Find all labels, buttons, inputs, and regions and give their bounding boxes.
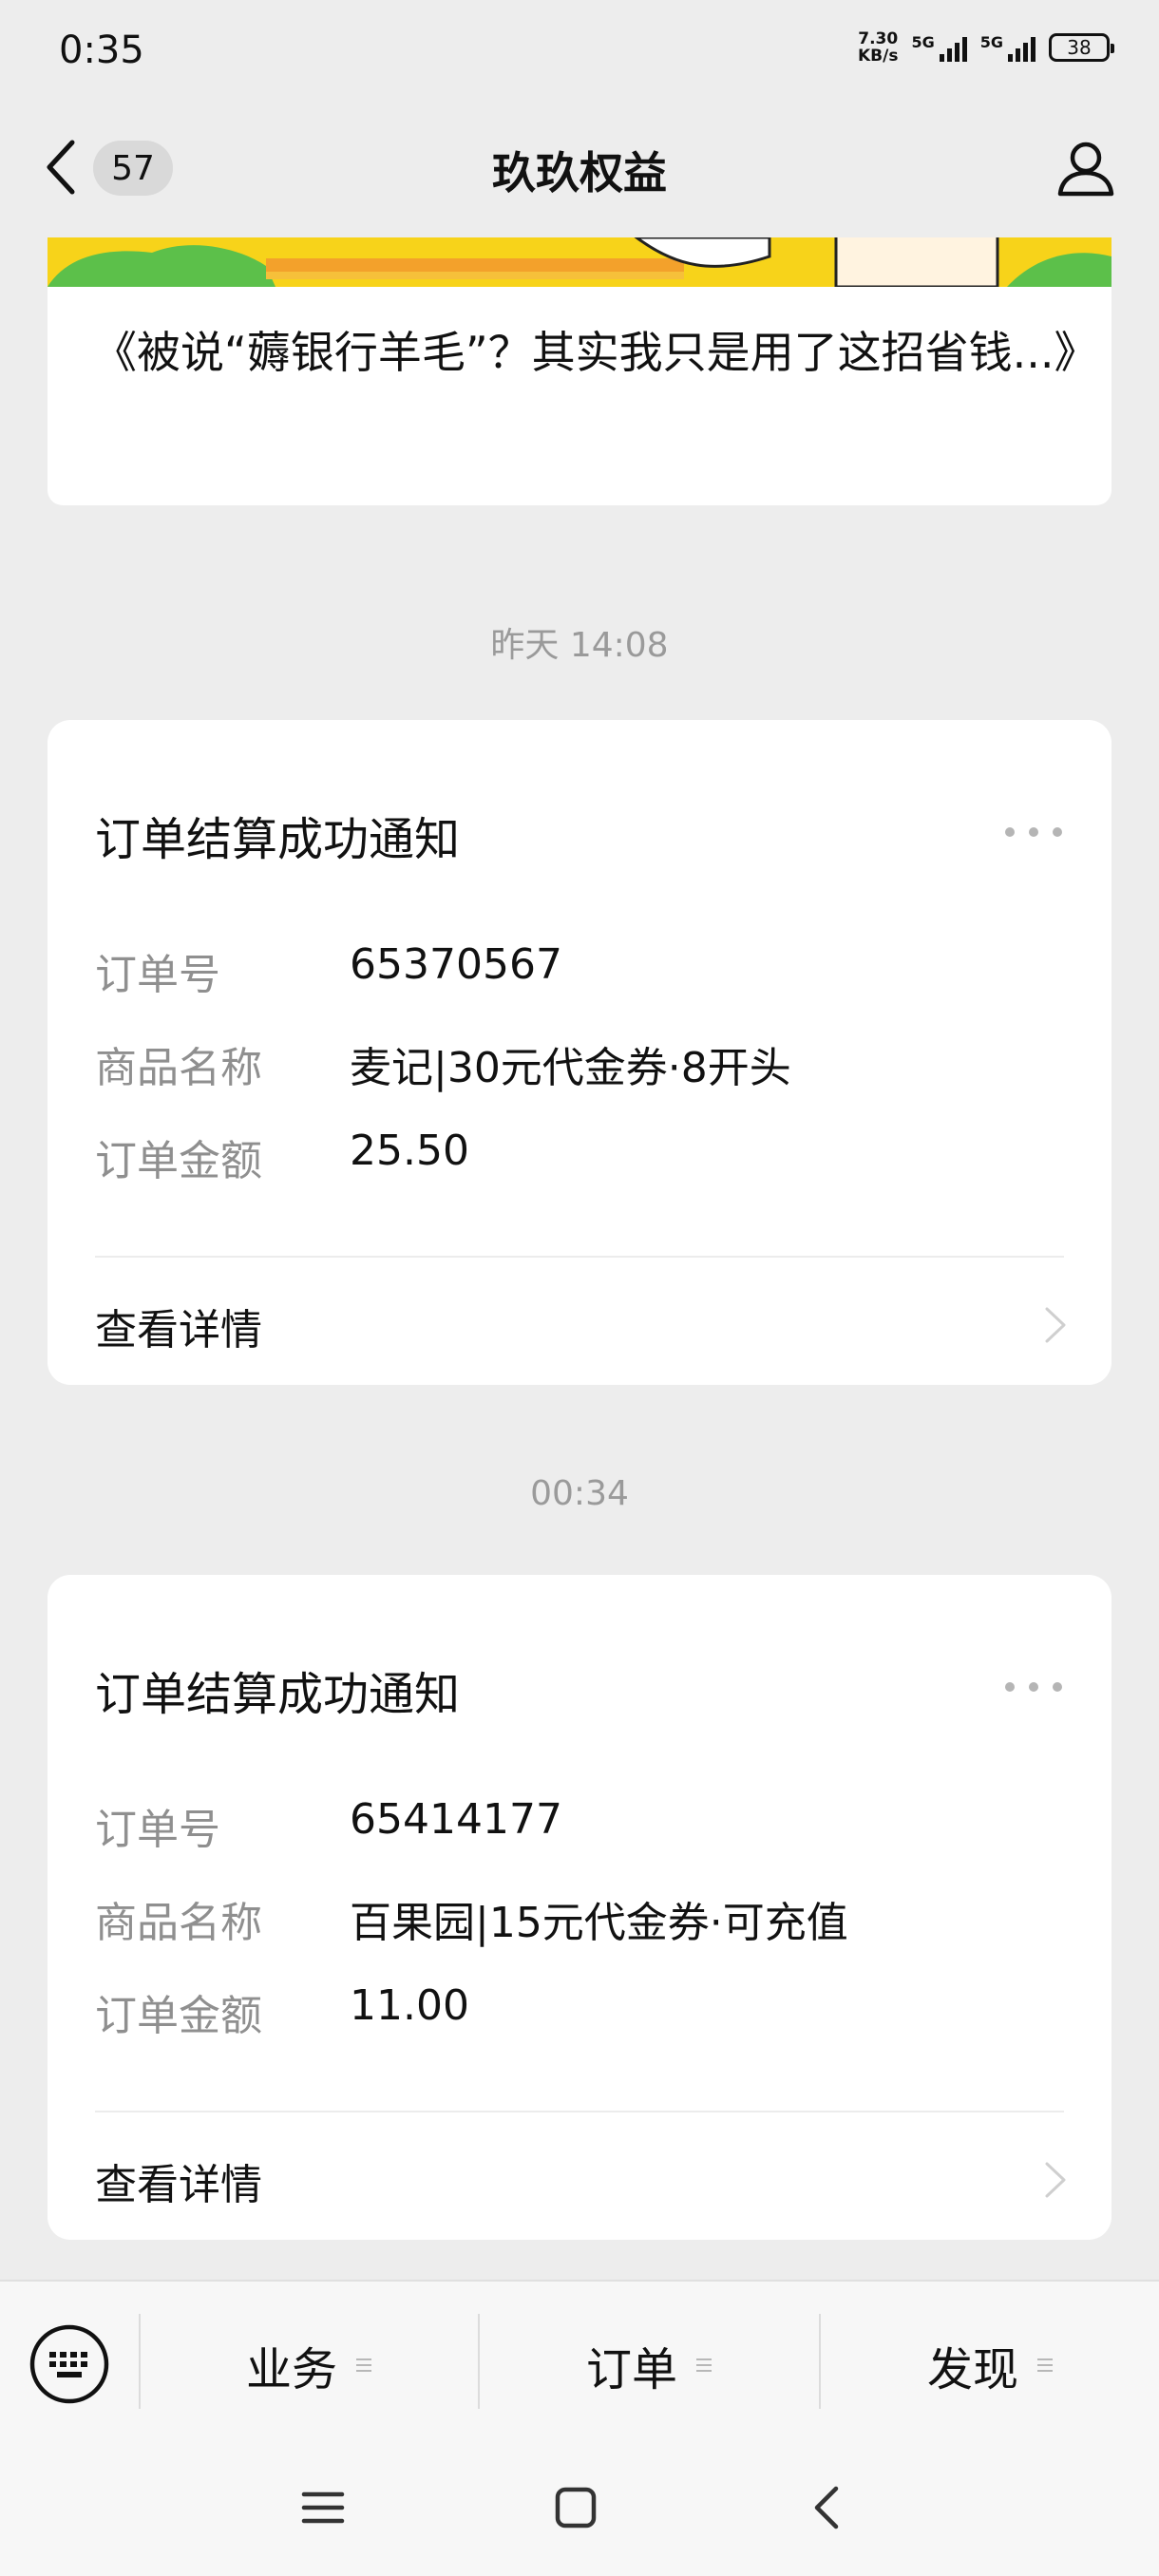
message-time: 昨天 14:08 bbox=[490, 626, 669, 665]
menu-lines-icon bbox=[696, 2358, 712, 2372]
order-notification-card[interactable]: 订单结算成功通知 订单号 65414177 商品名称 百果园|15元代金券·可充… bbox=[48, 1575, 1112, 2240]
menu-item-label: 发现 bbox=[926, 2343, 1018, 2396]
order-number-label: 订单号 bbox=[95, 1806, 220, 1854]
network-speed: 7.30 KB/s bbox=[858, 30, 898, 65]
profile-button[interactable] bbox=[1053, 135, 1119, 201]
menu-lines-icon bbox=[1037, 2358, 1053, 2372]
page-title: 玖玖权益 bbox=[492, 147, 667, 199]
status-time: 0:35 bbox=[59, 28, 144, 72]
card-title: 订单结算成功通知 bbox=[95, 1668, 461, 1721]
card-title: 订单结算成功通知 bbox=[95, 813, 461, 866]
nav-menu-button[interactable] bbox=[294, 2479, 352, 2536]
hamburger-icon bbox=[301, 2491, 345, 2524]
menu-item-orders[interactable]: 订单 bbox=[480, 2331, 818, 2399]
signal-label-2: 5G bbox=[979, 33, 1003, 51]
order-notification-card[interactable]: 订单结算成功通知 订单号 65370567 商品名称 麦记|30元代金券·8开头… bbox=[48, 720, 1112, 1385]
person-icon bbox=[1057, 142, 1114, 197]
view-details-link[interactable]: 查看详情 bbox=[95, 2150, 262, 2211]
view-details-link[interactable]: 查看详情 bbox=[95, 1296, 262, 1356]
menu-item-label: 订单 bbox=[585, 2343, 677, 2396]
order-amount-label: 订单金额 bbox=[95, 1992, 262, 2040]
order-number-value: 65414177 bbox=[350, 1795, 562, 1844]
article-card[interactable]: 《被说“薅银行羊毛”？其实我只是用了这招省钱...》 bbox=[48, 237, 1112, 505]
more-dots-icon bbox=[1005, 1682, 1015, 1692]
keyboard-toggle-button[interactable] bbox=[28, 2323, 110, 2405]
bottom-menu-bar: 业务 订单 发现 bbox=[0, 2280, 1159, 2576]
network-speed-unit: KB/s bbox=[858, 47, 899, 66]
nav-back-button[interactable] bbox=[800, 2479, 857, 2536]
battery-level: 38 bbox=[1067, 36, 1092, 59]
product-name-label: 商品名称 bbox=[95, 1044, 262, 1092]
chevron-right-icon bbox=[1036, 2156, 1074, 2204]
order-amount-value: 11.00 bbox=[350, 1981, 469, 2030]
keyboard-icon bbox=[29, 2324, 109, 2404]
square-home-icon bbox=[555, 2487, 597, 2529]
order-amount-value: 25.50 bbox=[350, 1127, 469, 1175]
signal-icon: 5G bbox=[911, 33, 967, 62]
menu-item-business[interactable]: 业务 bbox=[141, 2331, 477, 2399]
order-number-label: 订单号 bbox=[95, 951, 220, 999]
signal-label: 5G bbox=[911, 33, 935, 51]
network-speed-value: 7.30 bbox=[858, 29, 899, 48]
product-name-value: 麦记|30元代金券·8开头 bbox=[350, 1044, 791, 1092]
product-name-label: 商品名称 bbox=[95, 1899, 262, 1947]
status-icons: 7.30 KB/s 5G 5G 38 bbox=[858, 30, 1114, 65]
menu-lines-icon bbox=[356, 2358, 371, 2372]
signal-icon-2: 5G bbox=[980, 33, 1036, 62]
menu-item-label: 业务 bbox=[245, 2343, 337, 2396]
nav-back-icon bbox=[814, 2486, 839, 2529]
article-title: 《被说“薅银行羊毛”？其实我只是用了这招省钱...》 bbox=[93, 327, 1098, 378]
article-banner-image bbox=[48, 237, 1112, 287]
battery-icon: 38 bbox=[1049, 33, 1114, 62]
order-number-value: 65370567 bbox=[350, 940, 562, 989]
order-amount-label: 订单金额 bbox=[95, 1137, 262, 1185]
more-options-button[interactable] bbox=[1005, 1677, 1062, 1696]
menu-item-discover[interactable]: 发现 bbox=[821, 2331, 1159, 2399]
divider bbox=[95, 2111, 1064, 2112]
nav-home-button[interactable] bbox=[547, 2479, 604, 2536]
more-options-button[interactable] bbox=[1005, 823, 1062, 842]
message-time: 00:34 bbox=[530, 1474, 629, 1513]
product-name-value: 百果园|15元代金券·可充值 bbox=[350, 1899, 848, 1947]
chevron-right-icon bbox=[1036, 1301, 1074, 1349]
divider bbox=[95, 1256, 1064, 1258]
more-dots-icon bbox=[1005, 827, 1015, 837]
